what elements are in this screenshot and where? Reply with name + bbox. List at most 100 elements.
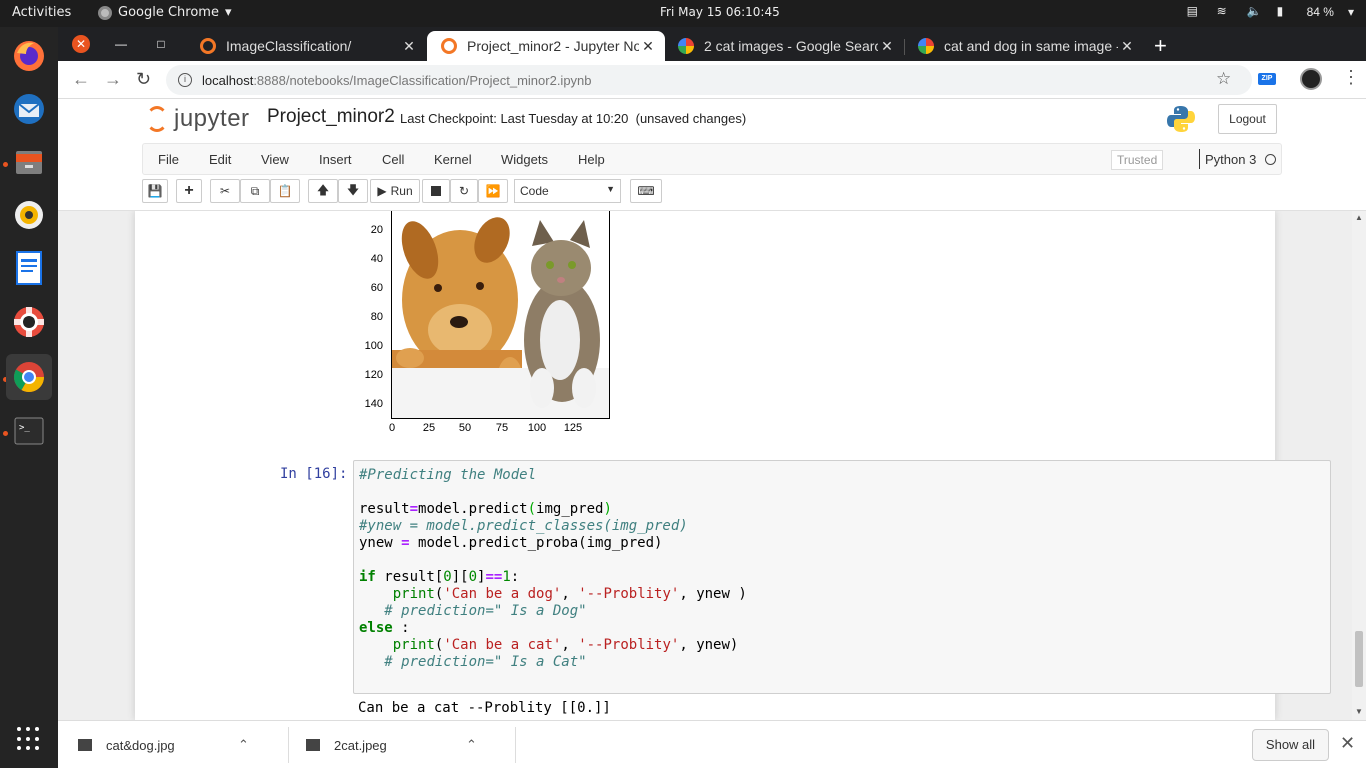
svg-text:>_: >_ <box>19 423 30 433</box>
download-item[interactable]: cat&dog.jpg ⌃ <box>78 721 249 768</box>
close-tab-icon[interactable]: ✕ <box>639 38 657 55</box>
image-plot <box>391 211 610 419</box>
download-item[interactable]: 2cat.jpeg ⌃ <box>306 721 477 768</box>
terminal-icon[interactable]: >_ <box>6 408 52 454</box>
save-button[interactable]: 💾 <box>142 179 168 203</box>
chrome-app-icon <box>98 5 112 20</box>
google-favicon <box>918 38 934 54</box>
paste-button[interactable]: 📋 <box>270 179 300 203</box>
cell-prompt: In [16]: <box>280 466 348 482</box>
menu-cell[interactable]: Cell <box>382 152 404 167</box>
tab-project-minor2[interactable]: Project_minor2 - Jupyter Notebook ✕ <box>427 31 665 61</box>
window-maximize-button[interactable]: □ <box>152 35 170 53</box>
cut-button[interactable]: ✂ <box>210 179 240 203</box>
app-menu[interactable]: Google Chrome ▾ <box>98 5 232 20</box>
files-icon[interactable] <box>6 139 52 185</box>
move-down-button[interactable]: 🡇 <box>338 179 368 203</box>
close-tab-icon[interactable]: ✕ <box>400 38 418 55</box>
y-tick-label: 60 <box>370 282 383 294</box>
address-bar[interactable]: i localhost:8888/notebooks/ImageClassifi… <box>166 65 1252 95</box>
site-info-icon[interactable]: i <box>178 73 192 87</box>
menu-insert[interactable]: Insert <box>319 152 352 167</box>
tab-title: cat and dog in same image - Google Searc… <box>944 38 1118 54</box>
rhythmbox-icon[interactable] <box>6 192 52 238</box>
show-applications-icon[interactable] <box>17 727 41 751</box>
insert-cell-button[interactable]: + <box>176 179 202 203</box>
close-shelf-icon[interactable]: ✕ <box>1340 733 1355 754</box>
reload-icon[interactable]: ↻ <box>136 69 151 90</box>
scroll-up-icon[interactable]: ▲ <box>1355 213 1363 222</box>
code-cell-editor[interactable]: #Predicting the Model result=model.predi… <box>353 460 1331 694</box>
logout-button[interactable]: Logout <box>1218 104 1277 134</box>
writer-icon[interactable] <box>6 245 52 291</box>
omnibox-row: ← → ↻ i localhost:8888/notebooks/ImageCl… <box>58 61 1366 99</box>
menu-help[interactable]: Help <box>578 152 605 167</box>
tab-2-cat-images[interactable]: 2 cat images - Google Search ✕ <box>664 31 904 61</box>
jupyter-logo[interactable]: jupyter <box>146 105 250 133</box>
google-favicon <box>678 38 694 54</box>
restart-button[interactable]: ↻ <box>450 179 478 203</box>
window-close-button[interactable]: ✕ <box>72 35 90 53</box>
copy-button[interactable]: ⧉ <box>240 179 270 203</box>
restart-icon: ↻ <box>458 184 470 198</box>
run-button[interactable]: ▶​ Run <box>370 179 420 203</box>
menu-file[interactable]: File <box>158 152 179 167</box>
chrome-icon[interactable] <box>6 354 52 400</box>
clipboard-icon[interactable]: ▤ <box>1187 4 1203 20</box>
scrollbar-thumb[interactable] <box>1355 631 1363 687</box>
bookmark-star-icon[interactable]: ☆ <box>1216 69 1231 89</box>
back-icon[interactable]: ← <box>72 69 90 90</box>
help-icon[interactable] <box>6 299 52 345</box>
notebook-scrollbar[interactable]: ▲ ▼ <box>1352 211 1366 720</box>
trusted-indicator[interactable]: Trusted <box>1111 150 1164 170</box>
cell-type-value: Code <box>520 184 549 198</box>
interrupt-button[interactable] <box>422 179 450 203</box>
activities-button[interactable]: Activities <box>12 5 71 20</box>
command-palette-button[interactable]: ⌨ <box>630 179 662 203</box>
code-text[interactable]: #Predicting the Model result=model.predi… <box>359 467 747 671</box>
y-tick-label: 20 <box>370 224 383 236</box>
thunderbird-icon[interactable] <box>6 86 52 132</box>
tab-imageclassification[interactable]: ImageClassification/ ✕ <box>186 31 426 61</box>
tab-cat-and-dog[interactable]: cat and dog in same image - Google Searc… <box>904 31 1144 61</box>
save-icon: 💾 <box>147 184 163 198</box>
cell-type-select[interactable]: Code ▼ <box>514 179 621 203</box>
kernel-name: Python 3 <box>1205 152 1257 167</box>
window-minimize-button[interactable]: — <box>112 35 130 53</box>
zip-extension-icon[interactable]: ZIP <box>1258 73 1276 85</box>
y-tick-label: 140 <box>364 398 383 410</box>
system-tray[interactable]: ▤ ≋ 🔈 ▮ 84 % ▾ <box>1187 4 1354 20</box>
chrome-menu-icon[interactable]: ⋮ <box>1342 67 1360 88</box>
arrow-down-icon: 🡇 <box>346 182 360 197</box>
notebook-name[interactable]: Project_minor2 <box>267 106 395 128</box>
scroll-down-icon[interactable]: ▼ <box>1355 707 1363 716</box>
image-file-icon <box>78 739 92 751</box>
restart-run-all-button[interactable]: ⏩ <box>478 179 508 203</box>
menu-view[interactable]: View <box>261 152 289 167</box>
jupyter-favicon <box>200 38 216 54</box>
chevron-up-icon[interactable]: ⌃ <box>238 737 249 753</box>
menu-edit[interactable]: Edit <box>209 152 231 167</box>
close-tab-icon[interactable]: ✕ <box>878 38 896 55</box>
new-tab-button[interactable]: + <box>1154 33 1167 59</box>
move-up-button[interactable]: 🡅 <box>308 179 338 203</box>
clock[interactable]: Fri May 15 06:10:45 <box>660 5 780 19</box>
x-tick-label: 0 <box>388 422 396 434</box>
firefox-icon[interactable] <box>6 33 52 79</box>
keyboard-icon: ⌨ <box>637 184 655 198</box>
chevron-up-icon[interactable]: ⌃ <box>466 737 477 753</box>
python-logo-icon <box>1167 106 1195 132</box>
cat-dog-image <box>392 211 609 418</box>
forward-icon[interactable]: → <box>104 69 122 90</box>
notebook-page: 20 40 60 80 100 120 140 0 25 50 75 100 1… <box>135 211 1331 720</box>
menu-widgets[interactable]: Widgets <box>501 152 548 167</box>
close-tab-icon[interactable]: ✕ <box>1118 38 1136 55</box>
show-all-button[interactable]: Show all <box>1252 729 1329 761</box>
menu-kernel[interactable]: Kernel <box>434 152 472 167</box>
profile-avatar[interactable] <box>1300 68 1322 90</box>
battery-icon: ▮ <box>1276 4 1284 18</box>
checkpoint-text: Last Checkpoint: Last Tuesday at 10:20 <box>400 111 629 126</box>
y-tick-label: 80 <box>370 311 383 323</box>
cell-output: Can be a cat --Problity [[0.]] <box>358 700 611 716</box>
volume-icon: 🔈 <box>1246 4 1262 18</box>
